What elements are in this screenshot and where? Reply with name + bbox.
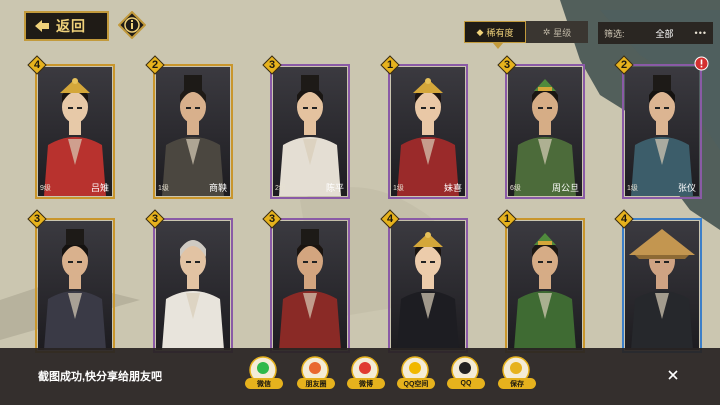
tab-rarity-label: 稀有度 bbox=[486, 27, 514, 38]
tab-star[interactable]: ✲ 星级 bbox=[526, 21, 588, 43]
hero-name: 妹喜 bbox=[443, 183, 462, 193]
close-icon[interactable] bbox=[666, 368, 680, 382]
hero-name: 商鞅 bbox=[208, 183, 227, 193]
hero-card[interactable]: 3 2级 陈平 bbox=[262, 55, 350, 199]
rarity-number: 3 bbox=[268, 59, 276, 71]
card-frame bbox=[622, 64, 702, 199]
card-frame bbox=[153, 218, 233, 353]
hero-level: 6级 bbox=[510, 185, 521, 192]
hero-card[interactable]: 4 bbox=[380, 209, 468, 353]
alert-icon bbox=[694, 56, 709, 71]
share-label: QQ空间 bbox=[397, 378, 435, 389]
tab-star-label: 星级 bbox=[553, 27, 572, 38]
back-label: 返回 bbox=[56, 18, 86, 34]
card-frame bbox=[35, 64, 115, 199]
rarity-number: 2 bbox=[620, 59, 628, 71]
card-frame bbox=[270, 218, 350, 353]
rarity-number: 1 bbox=[503, 213, 511, 225]
share-label: 微博 bbox=[347, 378, 385, 389]
top-bar: 返回 ◆ 稀有度 ✲ 星级 筛选: 全部 ••• bbox=[0, 0, 720, 50]
rarity-number: 3 bbox=[33, 213, 41, 225]
hero-name: 周公旦 bbox=[551, 183, 579, 193]
hero-level: 2级 bbox=[275, 185, 286, 192]
share-label: QQ bbox=[447, 378, 485, 389]
hero-card[interactable]: 3 bbox=[262, 209, 350, 353]
sort-caret-icon bbox=[493, 43, 503, 49]
hero-level: 1级 bbox=[158, 185, 169, 192]
rarity-number: 2 bbox=[151, 59, 159, 71]
hero-level: 1级 bbox=[627, 185, 638, 192]
rarity-number: 3 bbox=[268, 213, 276, 225]
share-weibo[interactable]: 微博 bbox=[347, 356, 385, 389]
hero-card[interactable]: 4 bbox=[614, 209, 702, 353]
share-wechat[interactable]: 微信 bbox=[245, 356, 283, 389]
hero-name: 张仪 bbox=[677, 183, 696, 193]
info-icon[interactable] bbox=[118, 11, 146, 39]
hero-card[interactable]: 3 bbox=[145, 209, 233, 353]
hero-card[interactable]: 4 9级 吕雉 bbox=[27, 55, 115, 199]
card-frame bbox=[505, 64, 585, 199]
card-frame bbox=[622, 218, 702, 353]
card-frame bbox=[35, 218, 115, 353]
hero-card[interactable]: 2 1级 商鞅 bbox=[145, 55, 233, 199]
hero-name: 吕雉 bbox=[90, 183, 109, 193]
hero-card[interactable]: 3 6级 周公旦 bbox=[497, 55, 585, 199]
filter-value: 全部 bbox=[655, 28, 674, 39]
share-qzone[interactable]: QQ空间 bbox=[397, 356, 435, 389]
hero-card[interactable]: 3 bbox=[27, 209, 115, 353]
rarity-number: 4 bbox=[386, 213, 394, 225]
sort-tabs: ◆ 稀有度 ✲ 星级 bbox=[464, 21, 588, 43]
rarity-number: 1 bbox=[386, 59, 394, 71]
rarity-number: 4 bbox=[33, 59, 41, 71]
filter-label: 筛选: bbox=[604, 28, 625, 39]
rarity-number: 3 bbox=[503, 59, 511, 71]
card-frame bbox=[270, 64, 350, 199]
tab-rarity[interactable]: ◆ 稀有度 bbox=[464, 21, 526, 43]
share-label: 微信 bbox=[245, 378, 283, 389]
back-arrow-icon bbox=[35, 20, 49, 32]
share-moments[interactable]: 朋友圈 bbox=[297, 356, 335, 389]
hero-level: 1级 bbox=[393, 185, 404, 192]
hero-card[interactable]: 2 1级 张仪 bbox=[614, 55, 709, 199]
card-frame bbox=[388, 64, 468, 199]
hero-name: 陈平 bbox=[325, 183, 344, 193]
share-label: 朋友圈 bbox=[297, 378, 335, 389]
share-save[interactable]: 保存 bbox=[498, 356, 536, 389]
share-message: 截图成功,快分享给朋友吧 bbox=[38, 371, 163, 383]
hero-card[interactable]: 1 1级 妹喜 bbox=[380, 55, 468, 199]
rarity-number: 4 bbox=[620, 213, 628, 225]
card-frame bbox=[388, 218, 468, 353]
filter-dropdown[interactable]: 筛选: 全部 ••• bbox=[598, 22, 713, 44]
rarity-number: 3 bbox=[151, 213, 159, 225]
more-icon[interactable]: ••• bbox=[691, 28, 707, 38]
snowflake-icon: ✲ bbox=[542, 26, 551, 37]
back-button[interactable]: 返回 bbox=[24, 11, 109, 41]
hero-level: 9级 bbox=[40, 185, 51, 192]
card-frame bbox=[505, 218, 585, 353]
share-qq[interactable]: QQ bbox=[447, 356, 485, 389]
card-frame bbox=[153, 64, 233, 199]
hero-card[interactable]: 1 bbox=[497, 209, 585, 353]
diamond-icon: ◆ bbox=[476, 26, 484, 37]
share-label: 保存 bbox=[498, 378, 536, 389]
